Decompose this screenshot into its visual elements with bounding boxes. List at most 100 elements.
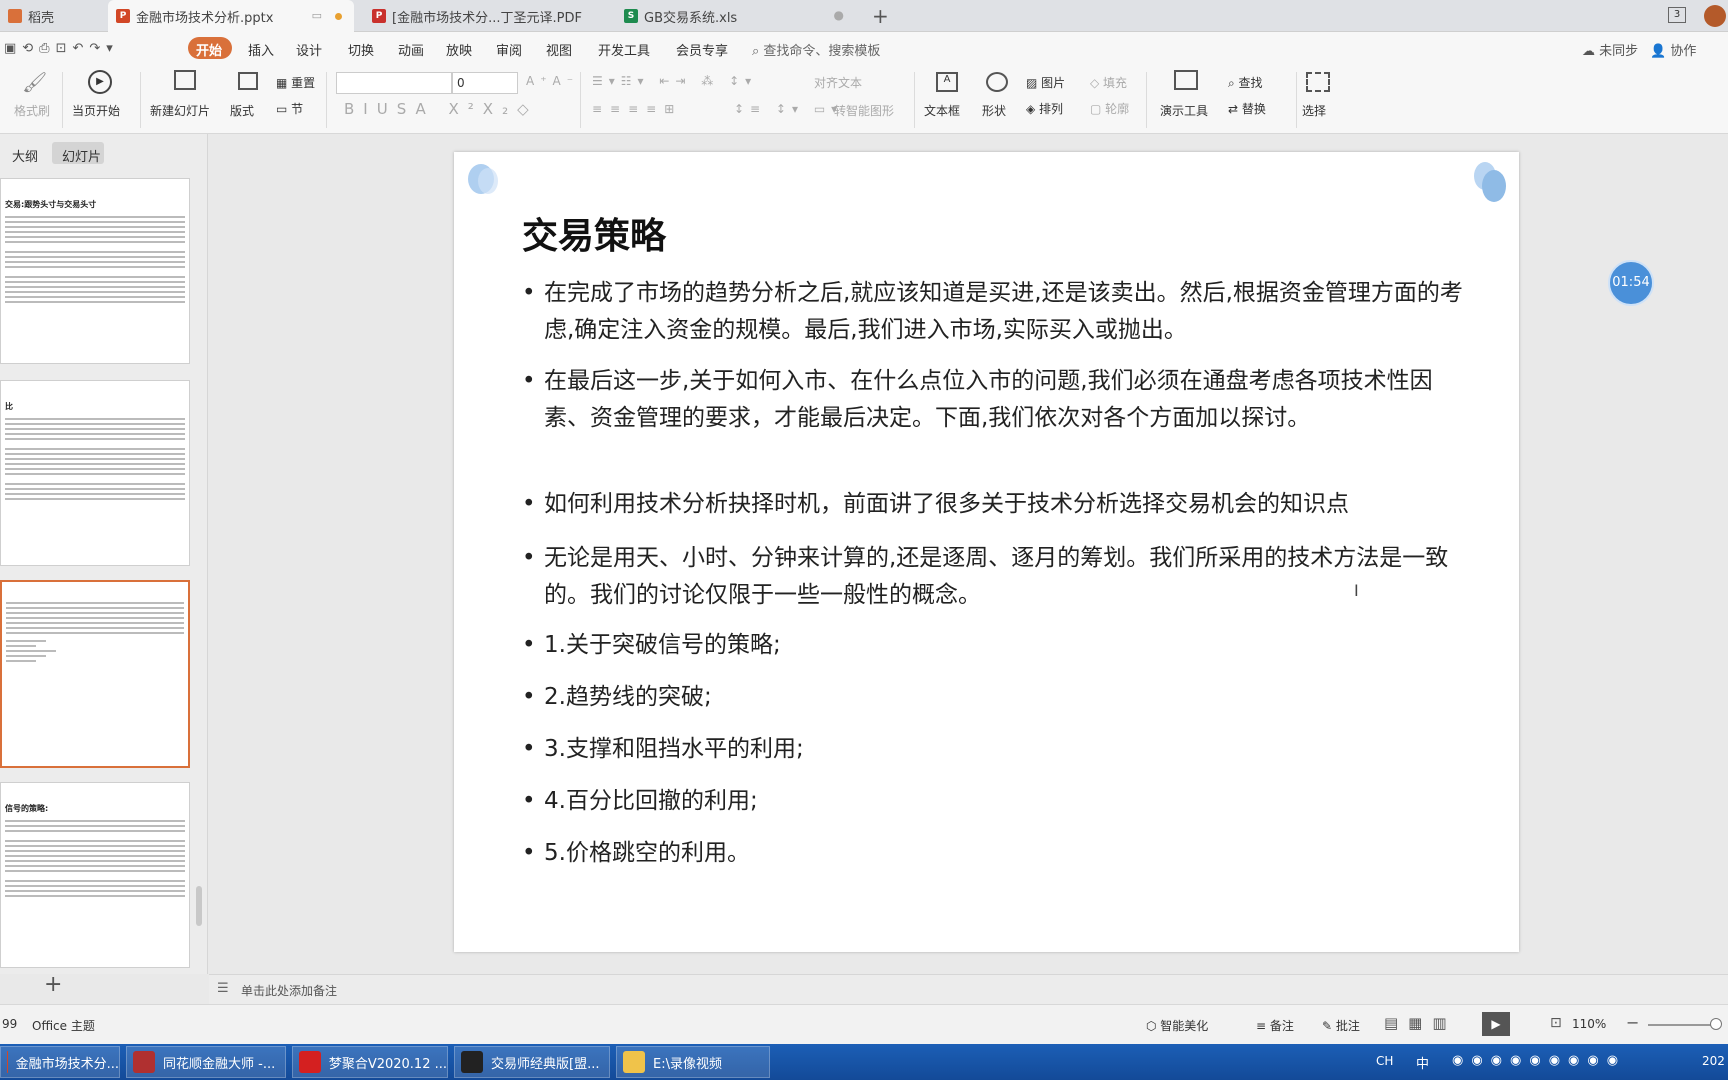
search-icon: ⌕ bbox=[752, 44, 760, 59]
fill-label: 填充 bbox=[1103, 76, 1128, 90]
taskbar-item[interactable]: E:\录像视频 bbox=[616, 1046, 770, 1078]
slide-thumbnail[interactable]: 比 bbox=[0, 380, 190, 566]
tonghuashun-app-icon bbox=[133, 1051, 155, 1073]
play-slideshow-button[interactable]: ▶ bbox=[1482, 1012, 1510, 1036]
menu-developer[interactable]: 开发工具 bbox=[598, 40, 650, 59]
taskbar-item[interactable]: 同花顺金融大师 -... bbox=[126, 1046, 286, 1078]
zoom-slider-handle[interactable] bbox=[1710, 1018, 1722, 1030]
bullet-item[interactable]: 2.趋势线的突破; bbox=[522, 679, 1464, 716]
shape-button[interactable]: 形状 bbox=[982, 102, 1006, 119]
menu-slideshow[interactable]: 放映 bbox=[446, 40, 472, 59]
notes-label: 备注 bbox=[1269, 1019, 1294, 1033]
zoom-level[interactable]: 110% bbox=[1572, 1017, 1606, 1031]
notes-toggle-button[interactable]: ≡ 备注 bbox=[1256, 1017, 1294, 1034]
font-grow-shrink-icons[interactable]: A⁺A⁻ bbox=[526, 74, 579, 88]
bullet-item[interactable]: 4.百分比回撤的利用; bbox=[522, 783, 1464, 820]
play-icon: ▶ bbox=[88, 70, 112, 94]
taskbar-label: 金融市场技术分... bbox=[15, 1056, 119, 1072]
command-search[interactable]: ⌕ 查找命令、搜索模板 bbox=[752, 40, 880, 59]
smart-beautify-button[interactable]: ⬡ 智能美化 bbox=[1146, 1017, 1208, 1034]
bullet-item[interactable]: 无论是用天、小时、分钟来计算的,还是逐周、逐月的筹划。我们所采用的技术方法是一致… bbox=[522, 540, 1464, 614]
select-button[interactable]: 选择 bbox=[1302, 102, 1326, 119]
find-button[interactable]: ⌕ 查找 bbox=[1228, 74, 1263, 91]
tab-xls[interactable]: S GB交易系统.xls ● bbox=[616, 0, 856, 32]
arrange-button[interactable]: ◈ 排列 bbox=[1026, 100, 1063, 117]
sync-status[interactable]: ☁ 未同步 bbox=[1582, 40, 1638, 59]
new-slide-icon bbox=[174, 70, 196, 90]
taskbar-item[interactable]: 梦聚合V2020.12 ... bbox=[292, 1046, 448, 1078]
align-icons[interactable]: ≡≡≡≡⊞ bbox=[592, 102, 682, 116]
view-mode-icons[interactable]: ▤▦▥ bbox=[1384, 1014, 1457, 1032]
bullet-item[interactable]: 在最后这一步,关于如何入市、在什么点位入市的问题,我们必须在通盘考虑各项技术性因… bbox=[522, 363, 1464, 437]
format-painter-button[interactable]: 格式刷 bbox=[14, 102, 50, 119]
notes-icon: ≡ bbox=[1256, 1019, 1270, 1033]
fill-button[interactable]: ◇ 填充 bbox=[1090, 74, 1127, 91]
menu-insert[interactable]: 插入 bbox=[248, 40, 274, 59]
recording-timer[interactable]: 01:54 bbox=[1608, 260, 1654, 306]
menu-design[interactable]: 设计 bbox=[296, 40, 322, 59]
bullet-item[interactable]: 如何利用技术分析抉择时机，前面讲了很多关于技术分析选择交易机会的知识点 bbox=[522, 486, 1464, 523]
replace-button[interactable]: ⇄ 替换 bbox=[1228, 100, 1266, 117]
zoom-out-icon[interactable]: − bbox=[1626, 1013, 1639, 1032]
menu-member[interactable]: 会员专享 bbox=[676, 40, 728, 59]
slide-thumbnail-selected[interactable] bbox=[0, 580, 190, 768]
ime-mode[interactable]: 中 bbox=[1416, 1053, 1429, 1072]
taskbar-label: 交易师经典版[盟... bbox=[491, 1056, 600, 1072]
search-icon: ⌕ bbox=[1228, 76, 1239, 90]
bullet-item[interactable]: 5.价格跳空的利用。 bbox=[522, 835, 1464, 872]
spacing-icons[interactable]: ↕≡ ↕▾ ▭▾ bbox=[734, 102, 843, 116]
avatar[interactable] bbox=[1704, 5, 1726, 27]
slide-canvas[interactable]: 交易策略 在完成了市场的趋势分析之后,就应该知道是买进,还是该卖出。然后,根据资… bbox=[454, 152, 1519, 952]
menu-review[interactable]: 审阅 bbox=[496, 40, 522, 59]
textbox-button[interactable]: 文本框 bbox=[924, 102, 960, 119]
cloud-icon: ☁ bbox=[1582, 44, 1595, 59]
font-family-select[interactable] bbox=[336, 72, 452, 94]
notes-bar[interactable]: ☰ 单击此处添加备注 bbox=[209, 974, 1728, 1004]
slide-thumbnail[interactable]: 交易:跟势头寸与交易头寸 bbox=[0, 178, 190, 364]
zoom-slider[interactable] bbox=[1648, 1024, 1718, 1026]
menu-animation[interactable]: 动画 bbox=[398, 40, 424, 59]
reset-button[interactable]: ▦ 重置 bbox=[276, 74, 315, 91]
slide-title[interactable]: 交易策略 bbox=[522, 207, 666, 259]
add-slide-button[interactable]: + bbox=[44, 972, 62, 997]
section-button[interactable]: ▭ 节 bbox=[276, 100, 303, 117]
menu-home[interactable]: 开始 bbox=[196, 40, 222, 59]
close-tab-icon[interactable]: ● bbox=[834, 8, 844, 22]
quick-access-icons[interactable]: ▣⟲⎙⊡↶↷▾ bbox=[4, 41, 119, 56]
tab-docer[interactable]: 稻壳 bbox=[0, 0, 104, 32]
window-icon[interactable]: ▭ bbox=[312, 9, 322, 22]
taskbar-item[interactable]: 交易师经典版[盟... bbox=[454, 1046, 610, 1078]
menu-view[interactable]: 视图 bbox=[546, 40, 572, 59]
thumbnail-scrollbar[interactable] bbox=[196, 886, 202, 926]
font-style-icons[interactable]: BIUSA X²X₂◇ bbox=[344, 100, 538, 118]
bullet-item[interactable]: 1.关于突破信号的策略; bbox=[522, 627, 1464, 664]
taskbar-item[interactable]: 金融市场技术分... bbox=[0, 1046, 120, 1078]
play-from-current-button[interactable]: 当页开始 bbox=[72, 102, 120, 119]
outline-button[interactable]: ▢ 轮廓 bbox=[1090, 100, 1129, 117]
bubble-decoration-icon bbox=[1482, 170, 1506, 202]
slide-thumbnail[interactable]: 信号的策略: bbox=[0, 782, 190, 968]
tab-label: 金融市场技术分析.pptx bbox=[136, 10, 274, 26]
new-slide-button[interactable]: 新建幻灯片 bbox=[150, 102, 210, 119]
fit-window-icon[interactable]: ⊡ bbox=[1550, 1015, 1562, 1031]
smartart-button[interactable]: 转智能图形 bbox=[834, 102, 894, 119]
window-count-badge[interactable]: 3 bbox=[1668, 7, 1686, 23]
presenter-tools-button[interactable]: 演示工具 bbox=[1160, 102, 1208, 119]
comment-button[interactable]: ✎ 批注 bbox=[1322, 1017, 1360, 1034]
tab-slides[interactable]: 幻灯片 bbox=[62, 146, 101, 165]
tab-outline[interactable]: 大纲 bbox=[12, 146, 38, 165]
font-size-select[interactable]: 0 bbox=[452, 72, 518, 94]
align-text-button[interactable]: 对齐文本 bbox=[814, 74, 862, 91]
bullet-item[interactable]: 在完成了市场的趋势分析之后,就应该知道是买进,还是该卖出。然后,根据资金管理方面… bbox=[522, 275, 1464, 349]
ime-lang[interactable]: CH bbox=[1376, 1054, 1393, 1068]
collab-button[interactable]: 👤 协作 bbox=[1650, 40, 1696, 59]
system-tray-icons[interactable]: ◉◉◉◉◉◉◉◉◉ bbox=[1452, 1053, 1626, 1068]
layout-button[interactable]: 版式 bbox=[230, 102, 254, 119]
menu-transition[interactable]: 切换 bbox=[348, 40, 374, 59]
list-icons[interactable]: ☰▾☷▾ ⇤⇥ ⁂ ↕▾ bbox=[592, 74, 757, 88]
picture-button[interactable]: ▨ 图片 bbox=[1026, 74, 1065, 91]
new-tab-button[interactable]: + bbox=[872, 4, 889, 28]
bullet-item[interactable]: 3.支撑和阻挡水平的利用; bbox=[522, 731, 1464, 768]
tab-pptx[interactable]: P 金融市场技术分析.pptx ▭ bbox=[108, 0, 354, 32]
tab-pdf[interactable]: P [金融市场技术分...丁圣元译.PDF bbox=[364, 0, 608, 32]
